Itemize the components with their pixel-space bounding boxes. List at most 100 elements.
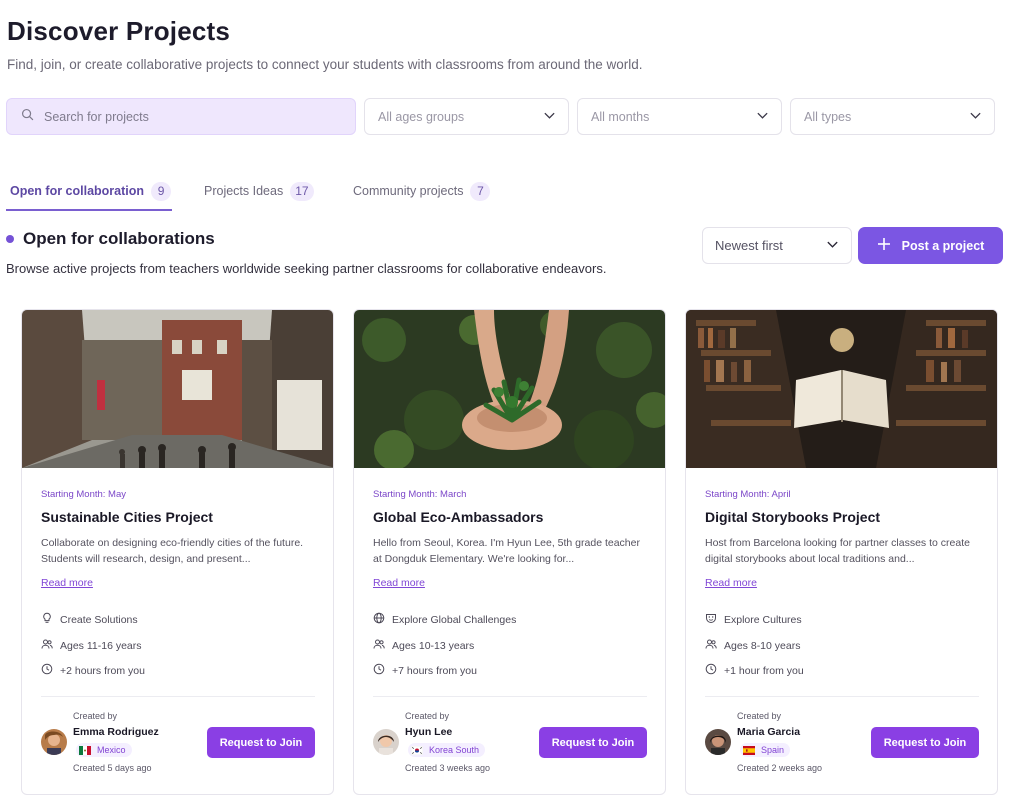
- divider: [373, 696, 647, 697]
- created-ago: Created 5 days ago: [73, 763, 152, 773]
- read-more-link[interactable]: Read more: [705, 577, 757, 589]
- tab-count-badge: 7: [470, 182, 491, 201]
- tab-label: Projects Ideas: [204, 184, 284, 198]
- request-to-join-button[interactable]: Request to Join: [539, 727, 647, 758]
- project-ages-text: Ages 8-10 years: [724, 639, 801, 652]
- project-time: +7 hours from you: [373, 663, 477, 678]
- project-time: +2 hours from you: [41, 663, 145, 678]
- creator-name: Hyun Lee: [405, 726, 453, 738]
- tab-count-badge: 17: [290, 182, 314, 201]
- country-badge: Mexico: [76, 743, 132, 757]
- post-project-label: Post a project: [901, 238, 985, 253]
- project-theme-text: Explore Global Challenges: [392, 613, 517, 626]
- sort-select[interactable]: Newest first: [702, 227, 852, 264]
- country-name: Korea South: [429, 745, 480, 755]
- avatar: [705, 729, 731, 755]
- project-card: Starting Month: March Global Eco-Ambassa…: [353, 309, 666, 795]
- spain-flag-icon: [743, 745, 755, 755]
- project-time: +1 hour from you: [705, 663, 804, 678]
- project-theme: Explore Global Challenges: [373, 612, 516, 627]
- globe-icon: [373, 612, 392, 627]
- read-more-link[interactable]: Read more: [41, 577, 93, 589]
- country-name: Mexico: [97, 745, 126, 755]
- project-card: Starting Month: May Sustainable Cities P…: [21, 309, 334, 795]
- project-time-text: +2 hours from you: [60, 664, 145, 677]
- project-title: Digital Storybooks Project: [705, 509, 881, 525]
- created-by-label: Created by: [73, 711, 118, 721]
- tab-community-projects[interactable]: Community projects 7: [353, 182, 491, 210]
- months-value: All months: [591, 109, 650, 124]
- chevron-down-icon: [969, 109, 982, 125]
- active-tab-underline: [6, 209, 172, 211]
- post-project-button[interactable]: Post a project: [858, 227, 1003, 264]
- clock-icon: [373, 663, 392, 678]
- project-time-text: +7 hours from you: [392, 664, 477, 677]
- age-groups-select[interactable]: All ages groups: [364, 98, 569, 135]
- chevron-down-icon: [543, 109, 556, 125]
- tab-projects-ideas[interactable]: Projects Ideas 17: [204, 182, 314, 210]
- types-select[interactable]: All types: [790, 98, 995, 135]
- tab-label: Open for collaboration: [10, 184, 145, 198]
- section-title: Open for collaborations: [6, 229, 215, 249]
- project-theme-text: Create Solutions: [60, 613, 138, 626]
- tab-count-badge: 9: [151, 182, 172, 201]
- page-title: Discover Projects: [7, 16, 231, 46]
- section-dot: [6, 235, 14, 243]
- project-ages-text: Ages 10-13 years: [392, 639, 475, 652]
- project-image-hands-plant: [354, 310, 665, 468]
- project-description: Host from Barcelona looking for partner …: [705, 537, 970, 565]
- project-ages: Ages 10-13 years: [373, 638, 474, 653]
- project-title: Global Eco-Ambassadors: [373, 509, 544, 525]
- created-ago: Created 2 weeks ago: [737, 763, 823, 773]
- divider: [41, 696, 315, 697]
- users-icon: [373, 638, 392, 653]
- search-icon: [21, 108, 34, 126]
- project-theme-text: Explore Cultures: [724, 613, 802, 626]
- chevron-down-icon: [756, 109, 769, 125]
- request-to-join-button[interactable]: Request to Join: [207, 727, 315, 758]
- chevron-down-icon: [826, 238, 839, 254]
- types-value: All types: [804, 109, 852, 124]
- section-description: Browse active projects from teachers wor…: [6, 261, 607, 276]
- project-image-library-book: [686, 310, 997, 468]
- section-title-text: Open for collaborations: [23, 229, 215, 248]
- south-korea-flag-icon: [410, 745, 424, 755]
- country-name: Spain: [761, 745, 785, 755]
- starting-month: Starting Month: March: [373, 489, 467, 500]
- search-bar[interactable]: [6, 98, 356, 135]
- search-input[interactable]: [44, 109, 324, 124]
- lightbulb-icon: [41, 612, 60, 627]
- page-subtitle: Find, join, or create collaborative proj…: [7, 57, 643, 72]
- plus-icon: [877, 237, 902, 254]
- tab-label: Community projects: [353, 184, 464, 198]
- created-ago: Created 3 weeks ago: [405, 763, 491, 773]
- age-groups-value: All ages groups: [378, 109, 465, 124]
- starting-month: Starting Month: May: [41, 489, 127, 500]
- project-description: Collaborate on designing eco-friendly ci…: [41, 537, 304, 565]
- project-ages: Ages 8-10 years: [705, 638, 800, 653]
- sort-value: Newest first: [715, 238, 783, 253]
- months-select[interactable]: All months: [577, 98, 782, 135]
- request-to-join-button[interactable]: Request to Join: [871, 727, 979, 758]
- project-ages-text: Ages 11-16 years: [60, 639, 142, 652]
- tab-open-for-collaboration[interactable]: Open for collaboration 9: [10, 182, 172, 210]
- creator-name: Emma Rodriguez: [73, 726, 159, 738]
- created-by-label: Created by: [405, 711, 450, 721]
- culture-mask-icon: [705, 612, 724, 627]
- project-ages: Ages 11-16 years: [41, 638, 142, 653]
- created-by-label: Created by: [737, 711, 782, 721]
- project-description: Hello from Seoul, Korea. I'm Hyun Lee, 5…: [373, 537, 640, 565]
- read-more-link[interactable]: Read more: [373, 577, 425, 589]
- country-badge: Korea South: [408, 743, 486, 757]
- clock-icon: [41, 663, 60, 678]
- users-icon: [41, 638, 60, 653]
- country-badge: Spain: [740, 743, 791, 757]
- project-image-city-street: [22, 310, 333, 468]
- project-title: Sustainable Cities Project: [41, 509, 213, 525]
- mexico-flag-icon: [79, 745, 91, 755]
- clock-icon: [705, 663, 724, 678]
- project-theme: Explore Cultures: [705, 612, 802, 627]
- project-card: Starting Month: April Digital Storybooks…: [685, 309, 998, 795]
- avatar: [373, 729, 399, 755]
- creator-name: Maria Garcia: [737, 726, 801, 738]
